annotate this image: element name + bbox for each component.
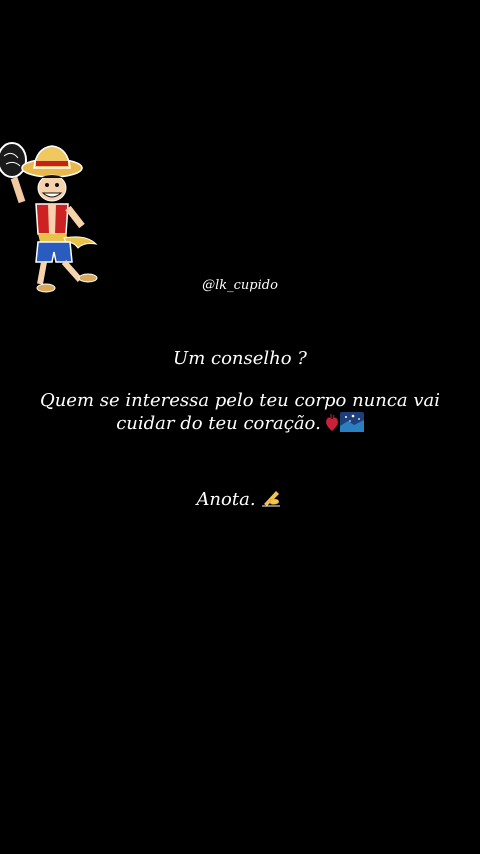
closing-text: Anota. xyxy=(196,489,256,510)
writing-hand-icon xyxy=(261,491,280,507)
straw-hat-pirate-sticker xyxy=(0,142,98,293)
advice-line-2: cuidar do teu coração. xyxy=(0,412,480,435)
story-screen: @lk_cupido Um conselho ? Quem se interes… xyxy=(0,0,480,854)
advice-line-1: Quem se interessa pelo teu corpo nunca v… xyxy=(39,390,441,411)
advice-title: Um conselho ? xyxy=(173,348,307,369)
advice-line-2-text: cuidar do teu coração. xyxy=(116,413,321,434)
anatomical-heart-icon xyxy=(325,414,338,431)
closing-line: Anota. xyxy=(0,488,480,511)
night-sky-icon xyxy=(339,412,364,432)
account-handle: @lk_cupido xyxy=(202,278,278,293)
